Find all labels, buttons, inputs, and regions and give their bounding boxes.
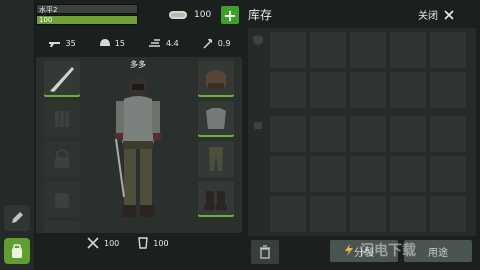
- backpack-slot[interactable]: [44, 181, 80, 217]
- inventory-cell[interactable]: [390, 196, 426, 232]
- use-label: 用途: [428, 247, 448, 259]
- rifle-icon: [48, 42, 60, 47]
- shield-icon: [253, 35, 263, 45]
- inventory-cell[interactable]: [270, 72, 306, 108]
- edit-button[interactable]: [4, 205, 30, 231]
- inventory-cell[interactable]: [310, 116, 346, 152]
- ammo-icon: [55, 111, 69, 127]
- inventory-cell[interactable]: [270, 32, 306, 68]
- trash-icon: [260, 245, 270, 259]
- inventory-cell[interactable]: [270, 196, 306, 232]
- trash-button[interactable]: [251, 240, 279, 264]
- inventory-cell[interactable]: [310, 196, 346, 232]
- stat-speed: 4.4: [148, 38, 179, 48]
- pants-icon: [209, 147, 223, 171]
- inventory-cell[interactable]: [390, 32, 426, 68]
- boots-icon: [204, 191, 227, 210]
- axe-icon: [203, 38, 212, 49]
- inventory-cell[interactable]: [310, 156, 346, 192]
- close-label: 关闭: [418, 11, 438, 22]
- character-panel: [36, 57, 242, 233]
- inventory-cell[interactable]: [350, 196, 386, 232]
- helmet-icon: [99, 39, 110, 46]
- lightning-icon: [345, 244, 353, 256]
- backpack-outline-icon: [55, 193, 69, 208]
- inventory-cell[interactable]: [270, 156, 306, 192]
- inventory-cell[interactable]: [270, 116, 306, 152]
- food-value: 100: [104, 238, 120, 248]
- inventory-cell[interactable]: [390, 156, 426, 192]
- inventory-title: 库存: [248, 8, 273, 22]
- stat-value: 0.9: [217, 38, 231, 48]
- bag-icon: [254, 122, 262, 129]
- cash-roll-icon: [169, 11, 187, 19]
- backpack-icon: [12, 244, 22, 258]
- backpack-button[interactable]: [4, 238, 30, 264]
- inventory-cell[interactable]: [350, 32, 386, 68]
- stat-value: 15: [114, 38, 125, 48]
- inventory-cell[interactable]: [430, 196, 466, 232]
- feet-slot[interactable]: [198, 181, 234, 217]
- stat-value: 35: [65, 38, 76, 48]
- inventory-grid-bottom: [270, 116, 466, 232]
- inventory-cell[interactable]: [430, 32, 466, 68]
- inventory-cell[interactable]: [350, 72, 386, 108]
- inventory-cell[interactable]: [310, 72, 346, 108]
- inventory-cell[interactable]: [390, 72, 426, 108]
- stat-value: 4.4: [165, 38, 179, 48]
- stat-water: 100: [137, 236, 169, 250]
- pocket-slot[interactable]: [44, 221, 80, 233]
- pencil-icon: [12, 212, 23, 223]
- speed-icon: [148, 39, 160, 47]
- inventory-cell[interactable]: [310, 32, 346, 68]
- water-icon: [138, 237, 149, 249]
- xp-label: 100: [39, 16, 53, 24]
- body-slot[interactable]: [198, 101, 234, 137]
- inventory-grid-top: [270, 32, 466, 108]
- food-icon: [87, 237, 99, 249]
- currency-display: 100: [168, 7, 211, 23]
- level-bar: 水平2: [36, 4, 138, 14]
- character-name: 多多: [130, 60, 146, 69]
- ammo-slot[interactable]: [44, 101, 80, 137]
- water-value: 100: [153, 238, 169, 248]
- lock-icon: [55, 149, 69, 168]
- head-slot[interactable]: [198, 61, 234, 97]
- close-icon: [444, 9, 454, 20]
- weapon-slot[interactable]: [44, 61, 80, 97]
- stat-gather: 0.9: [202, 37, 231, 49]
- headgear-icon: [206, 70, 226, 89]
- locked-slot[interactable]: [44, 141, 80, 177]
- currency-amount: 100: [194, 10, 212, 20]
- survival-stats: 100 100: [86, 233, 246, 253]
- legs-slot[interactable]: [198, 141, 234, 177]
- inventory-cell[interactable]: [390, 116, 426, 152]
- close-button[interactable]: 关闭: [418, 7, 454, 22]
- left-rail: [0, 0, 35, 270]
- inventory-panel: [248, 28, 476, 236]
- shirt-icon: [206, 108, 226, 129]
- stat-food: 100: [86, 236, 119, 250]
- level-label: 水平2: [39, 6, 58, 14]
- stat-attack: 35: [48, 38, 76, 48]
- inventory-cell[interactable]: [350, 156, 386, 192]
- xp-bar: 100: [36, 15, 138, 25]
- plus-icon: +: [223, 5, 237, 25]
- add-currency-button[interactable]: +: [221, 5, 239, 25]
- inventory-cell[interactable]: [430, 72, 466, 108]
- inventory-cell[interactable]: [430, 156, 466, 192]
- stats-row: 35 15 4.4 0.9: [36, 33, 242, 53]
- inventory-cell[interactable]: [430, 116, 466, 152]
- stat-armor: 15: [99, 38, 125, 48]
- watermark-text: 闪电下载: [360, 243, 416, 259]
- inventory-cell[interactable]: [350, 116, 386, 152]
- watermark: 闪电下载: [342, 240, 416, 260]
- character-figure: [115, 77, 161, 217]
- machete-icon: [50, 67, 74, 92]
